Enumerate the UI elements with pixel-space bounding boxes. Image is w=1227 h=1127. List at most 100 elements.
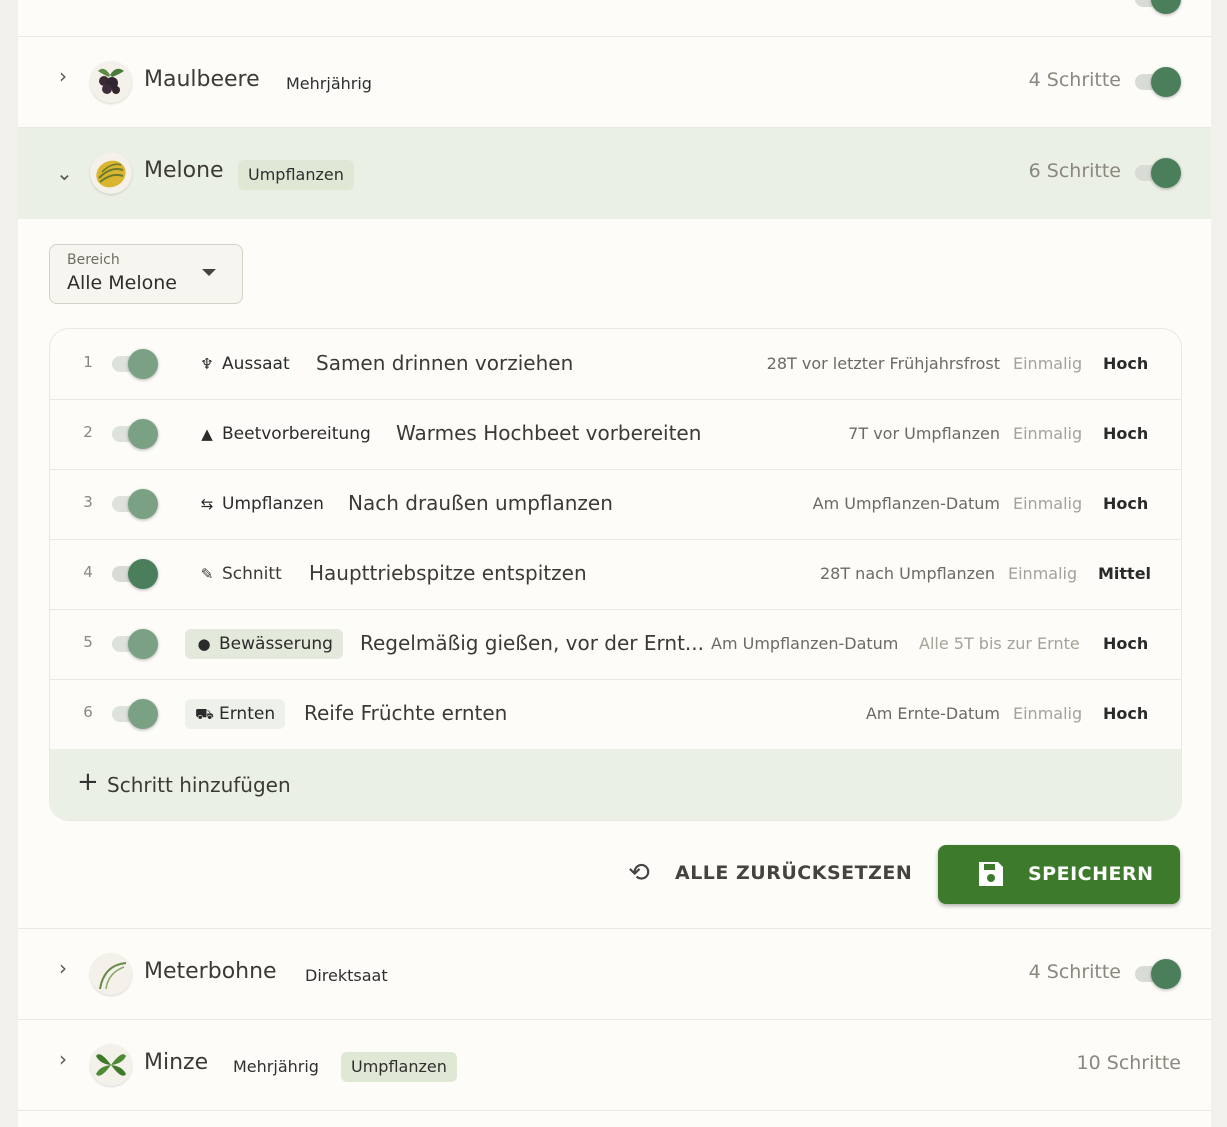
mint-icon xyxy=(90,1044,132,1086)
step-number: 4 xyxy=(83,563,93,581)
step-priority: Hoch xyxy=(1103,354,1149,373)
step-category: ♆ Aussaat xyxy=(198,349,290,379)
crop-name: Maulbeere xyxy=(144,67,260,92)
steps-count: 6 Schritte xyxy=(1028,160,1121,182)
add-step-button[interactable]: + Schritt hinzufügen xyxy=(50,749,1181,820)
steps-count: 4 Schritte xyxy=(1028,961,1121,983)
crop-toggle[interactable] xyxy=(1135,67,1181,97)
step-title[interactable]: Haupttriebspitze entspitzen xyxy=(309,561,587,585)
bean-icon xyxy=(90,953,132,995)
crop-row-minze[interactable]: › Minze Mehrjährig Umpflanzen 10 Schritt… xyxy=(18,1020,1211,1111)
mountain-icon: ▲ xyxy=(201,425,213,443)
step-category: ✎ Schnitt xyxy=(198,559,282,589)
step-title[interactable]: Samen drinnen vorziehen xyxy=(316,351,573,375)
tag-perennial: Mehrjährig xyxy=(233,1057,319,1076)
step-frequency: Einmalig xyxy=(1008,564,1078,583)
crop-name: Meterbohne xyxy=(144,959,277,984)
step-frequency: Einmalig xyxy=(1013,424,1083,443)
step-priority: Mittel xyxy=(1098,564,1152,583)
melon-icon xyxy=(90,152,132,194)
step-priority: Hoch xyxy=(1103,424,1149,443)
step-frequency: Alle 5T bis zur Ernte xyxy=(919,634,1080,653)
step-row[interactable]: 3 ⇆ Umpflanzen Nach draußen umpflanzen Am… xyxy=(50,469,1181,540)
crop-row-melone[interactable]: ⌄ Melone Umpflanzen 6 Schritte xyxy=(18,128,1211,219)
step-row[interactable]: 2 ▲ Beetvorbereitung Warmes Hochbeet vorb… xyxy=(50,399,1181,470)
water-drop-icon: ● xyxy=(197,635,211,653)
crop-row-partial[interactable] xyxy=(18,0,1211,37)
step-category: ⇆ Umpflanzen xyxy=(198,489,324,519)
mulberry-icon xyxy=(90,61,132,103)
step-title[interactable]: Regelmäßig gießen, vor der Ernt... xyxy=(360,631,704,655)
tractor-icon: ⛟ xyxy=(195,705,214,723)
step-priority: Hoch xyxy=(1103,634,1149,653)
step-frequency: Einmalig xyxy=(1013,494,1083,513)
seedling-icon: ♆ xyxy=(200,355,214,373)
step-toggle[interactable] xyxy=(112,349,158,379)
area-select-value: Alle Melone xyxy=(67,272,178,294)
step-toggle[interactable] xyxy=(112,629,158,659)
tag-perennial: Mehrjährig xyxy=(286,74,372,93)
step-category: ⛟ Ernten xyxy=(185,699,286,729)
step-category-label: Ernten xyxy=(219,704,276,724)
chevron-right-icon[interactable]: › xyxy=(56,958,70,978)
crop-row-meterbohne[interactable]: › Meterbohne Direktsaat 4 Schritte xyxy=(18,929,1211,1020)
step-title[interactable]: Reife Früchte ernten xyxy=(304,701,507,725)
step-category-label: Aussaat xyxy=(222,354,290,374)
step-timing: 28T vor letzter Frühjahrsfrost xyxy=(766,354,1000,373)
crop-row-maulbeere[interactable]: › Maulbeere Mehrjährig 4 Schritte xyxy=(18,37,1211,128)
step-category: ▲ Beetvorbereitung xyxy=(198,419,371,449)
step-timing: 28T nach Umpflanzen xyxy=(819,564,995,583)
steps-list: 1 ♆ Aussaat Samen drinnen vorziehen 28T v… xyxy=(49,328,1182,821)
step-row[interactable]: 4 ✎ Schnitt Haupttriebspitze entspitzen 2… xyxy=(50,539,1181,610)
step-row[interactable]: 6 ⛟ Ernten Reife Früchte ernten Am Ernte-… xyxy=(50,679,1181,750)
step-row[interactable]: 1 ♆ Aussaat Samen drinnen vorziehen 28T v… xyxy=(50,329,1181,400)
step-title[interactable]: Nach draußen umpflanzen xyxy=(348,491,613,515)
step-toggle[interactable] xyxy=(112,559,158,589)
area-select[interactable]: Bereich Alle Melone xyxy=(49,244,243,304)
step-number: 1 xyxy=(83,353,93,371)
step-row[interactable]: 5 ● Bewässerung Regelmäßig gießen, vor de… xyxy=(50,609,1181,680)
step-timing: 7T vor Umpflanzen xyxy=(848,424,1000,443)
chevron-right-icon[interactable]: › xyxy=(56,1049,70,1069)
crop-name: Melone xyxy=(144,158,224,183)
step-title[interactable]: Warmes Hochbeet vorbereiten xyxy=(396,421,701,445)
crop-toggle[interactable] xyxy=(1135,0,1181,14)
step-priority: Hoch xyxy=(1103,494,1149,513)
reset-all-button[interactable]: ⟲ ALLE ZURÜCKSETZEN xyxy=(624,856,914,892)
step-frequency: Einmalig xyxy=(1013,354,1083,373)
knife-icon: ✎ xyxy=(200,565,214,583)
chevron-down-icon[interactable]: ⌄ xyxy=(56,163,73,183)
step-category-label: Umpflanzen xyxy=(222,494,324,514)
caret-down-icon xyxy=(202,269,216,276)
step-frequency: Einmalig xyxy=(1013,704,1083,723)
transplant-icon: ⇆ xyxy=(200,495,214,513)
crop-toggle[interactable] xyxy=(1135,158,1181,188)
step-priority: Hoch xyxy=(1103,704,1149,723)
step-timing: Am Umpflanzen-Datum xyxy=(711,634,899,653)
step-number: 6 xyxy=(83,703,93,721)
step-toggle[interactable] xyxy=(112,419,158,449)
area-select-label: Bereich xyxy=(67,252,120,268)
tag-direct-sow: Direktsaat xyxy=(305,966,388,985)
add-step-label: Schritt hinzufügen xyxy=(107,773,291,797)
steps-count: 4 Schritte xyxy=(1028,69,1121,91)
step-toggle[interactable] xyxy=(112,489,158,519)
step-toggle[interactable] xyxy=(112,699,158,729)
save-label: SPEICHERN xyxy=(1028,863,1154,885)
crop-list-panel: › Maulbeere Mehrjährig 4 Schritte ⌄ Melo… xyxy=(18,0,1211,1127)
step-category: ● Bewässerung xyxy=(185,629,343,659)
step-timing: Am Ernte-Datum xyxy=(865,704,1000,723)
crop-name: Minze xyxy=(144,1050,209,1075)
reset-all-label: ALLE ZURÜCKSETZEN xyxy=(675,862,913,884)
step-number: 3 xyxy=(83,493,93,511)
crop-toggle[interactable] xyxy=(1135,959,1181,989)
step-number: 5 xyxy=(83,633,93,651)
step-number: 2 xyxy=(83,423,93,441)
plus-icon: + xyxy=(77,767,99,797)
step-category-label: Beetvorbereitung xyxy=(222,424,371,444)
steps-count: 10 Schritte xyxy=(1076,1052,1181,1074)
step-category-label: Schnitt xyxy=(222,564,282,584)
save-button[interactable]: SPEICHERN xyxy=(938,845,1180,904)
tag-transplant: Umpflanzen xyxy=(341,1052,457,1082)
chevron-right-icon[interactable]: › xyxy=(56,66,70,86)
